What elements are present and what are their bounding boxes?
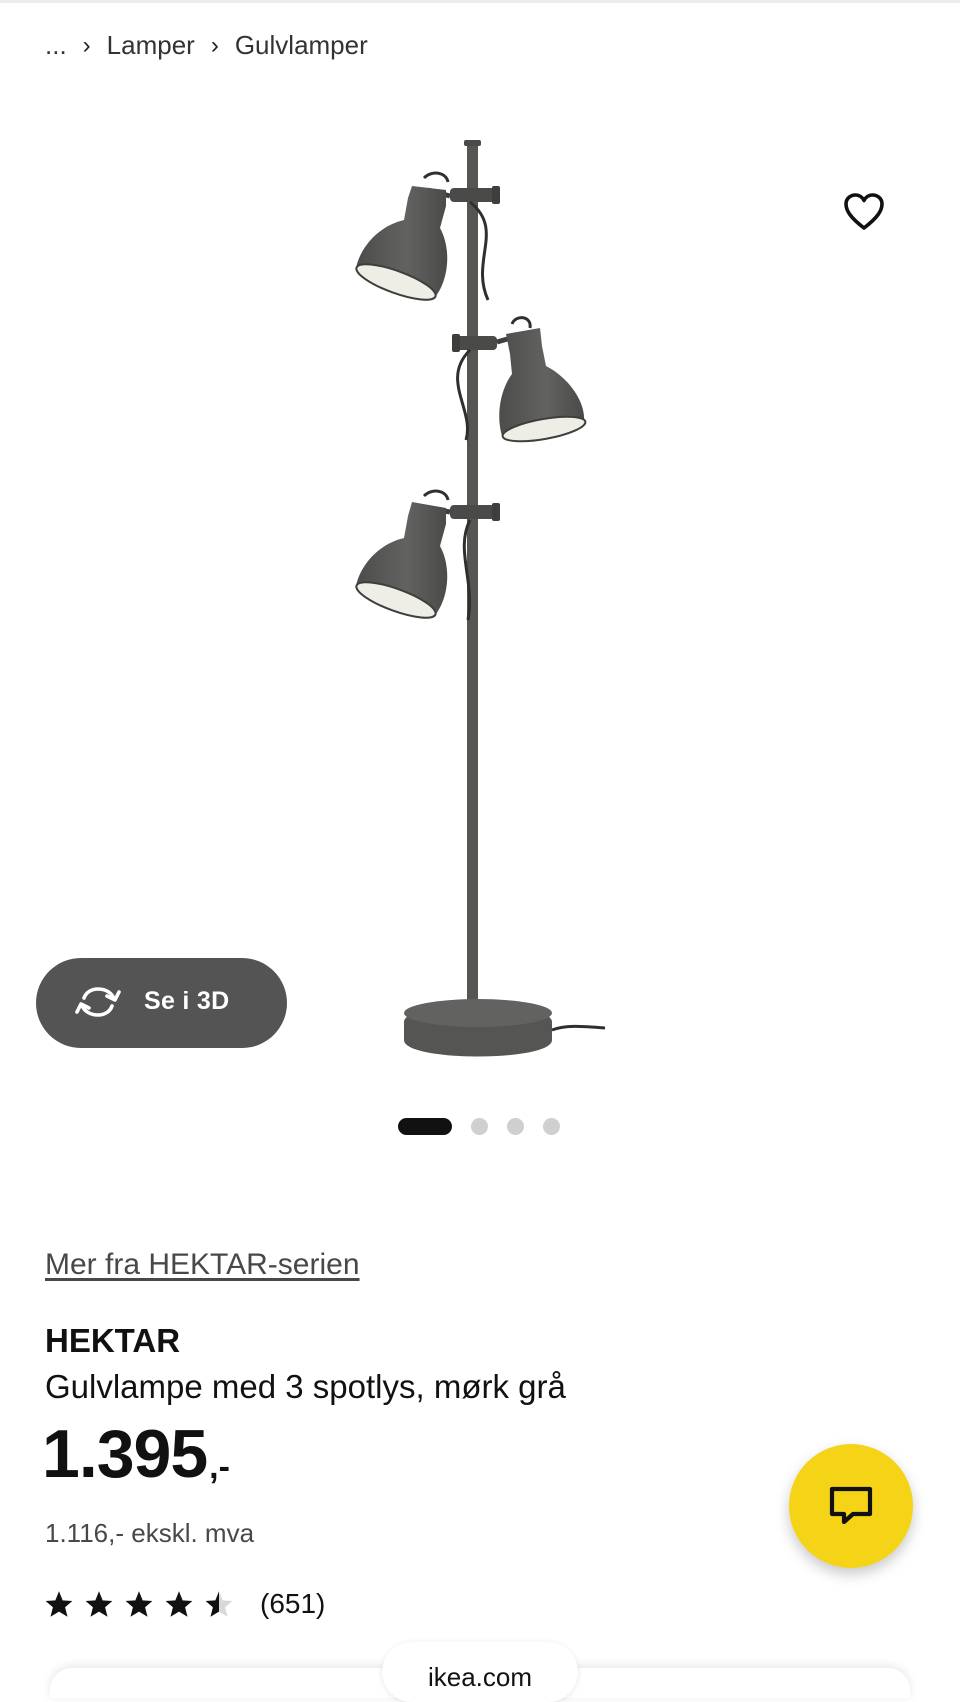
star-icon	[165, 1591, 193, 1617]
product-description: Gulvlampe med 3 spotlys, mørk grå	[45, 1368, 566, 1405]
rotate-3d-icon	[75, 987, 121, 1017]
product-price: 1.395 ,-	[42, 1420, 230, 1488]
view-in-3d-button[interactable]: Se i 3D	[36, 958, 287, 1048]
review-count: (651)	[260, 1588, 326, 1619]
rating-stars	[44, 1590, 244, 1618]
chat-button[interactable]	[789, 1444, 913, 1568]
gallery-dot-2[interactable]	[471, 1118, 488, 1135]
star-icon	[125, 1591, 153, 1617]
star-icon	[45, 1591, 73, 1617]
heart-icon	[844, 193, 884, 230]
browser-url: ikea.com	[427, 1662, 533, 1692]
breadcrumb-item-lamper[interactable]: Lamper	[107, 30, 195, 61]
price-suffix: ,-	[209, 1448, 230, 1486]
gallery-dot-1[interactable]	[398, 1118, 452, 1135]
browser-url-pill[interactable]: ikea.com	[382, 1642, 578, 1702]
view-in-3d-label: Se i 3D	[144, 987, 230, 1015]
price-integer: 1.395	[42, 1416, 208, 1492]
star-half-icon	[205, 1591, 233, 1617]
chat-bubble-icon	[829, 1486, 873, 1525]
gallery-dot-3[interactable]	[507, 1118, 524, 1135]
price-excl-vat: 1.116,- ekskl. mva	[45, 1518, 255, 1548]
product-rating[interactable]: (651)	[44, 1588, 325, 1620]
top-divider	[0, 0, 960, 3]
series-link[interactable]: Mer fra HEKTAR-serien	[45, 1248, 360, 1282]
breadcrumb-ellipsis[interactable]: ...	[45, 30, 67, 61]
chevron-right-icon: ›	[210, 31, 219, 59]
product-name: HEKTAR	[45, 1322, 181, 1359]
product-image	[355, 140, 606, 1057]
favorite-button[interactable]	[840, 188, 888, 236]
product-image-gallery[interactable]	[0, 110, 960, 1090]
breadcrumb: ... › Lamper › Gulvlamper	[45, 30, 368, 61]
breadcrumb-item-gulvlamper[interactable]: Gulvlamper	[235, 30, 368, 61]
gallery-dot-4[interactable]	[543, 1118, 560, 1135]
chevron-right-icon: ›	[82, 31, 91, 59]
gallery-pagination	[398, 1118, 579, 1135]
star-icon	[85, 1591, 113, 1617]
